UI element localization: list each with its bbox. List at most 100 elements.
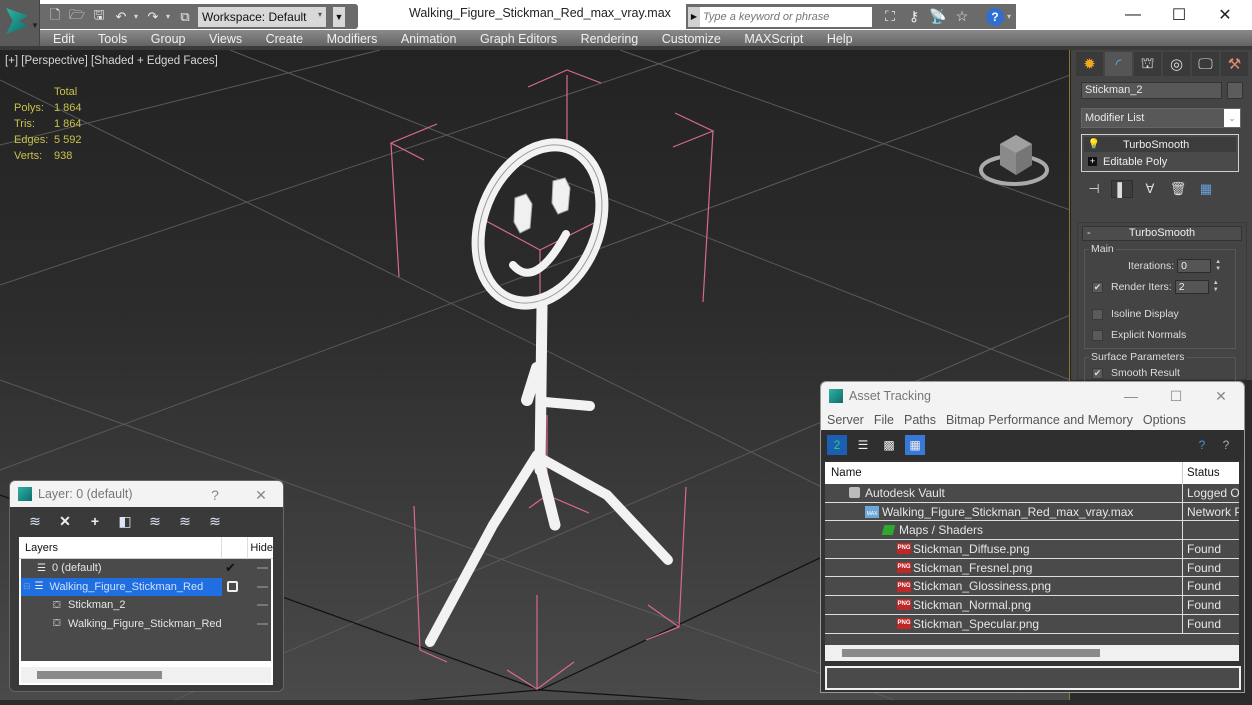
modifier-list-dropdown[interactable]: Modifier List ⌄ bbox=[1081, 108, 1241, 128]
satellite-icon[interactable]: 📡 bbox=[926, 7, 950, 27]
asset-row[interactable]: PNG Stickman_Normal.png Found bbox=[825, 596, 1239, 615]
scrollbar-thumb[interactable] bbox=[842, 649, 1100, 657]
hide-toggle[interactable] bbox=[257, 604, 268, 606]
iterations-field[interactable]: 0 bbox=[1177, 259, 1212, 273]
asset-path-field[interactable] bbox=[825, 666, 1241, 690]
stack-item-turbosmooth[interactable]: 💡 TurboSmooth bbox=[1084, 137, 1236, 152]
menu-tools[interactable]: Tools bbox=[98, 32, 127, 46]
asset-row[interactable]: PNG Stickman_Diffuse.png Found bbox=[825, 540, 1239, 559]
column-header-name[interactable]: Name bbox=[825, 467, 1182, 479]
help-icon[interactable]: ? bbox=[986, 7, 1004, 26]
menu-animation[interactable]: Animation bbox=[401, 32, 457, 46]
layer-row[interactable]: ⛋ Walking_Figure_Stickman_Red bbox=[21, 615, 271, 634]
app-menu-button[interactable]: ▼ bbox=[0, 0, 40, 46]
menu-group[interactable]: Group bbox=[151, 32, 186, 46]
delete-layer-icon[interactable]: ✕ bbox=[56, 512, 74, 530]
maximize-button[interactable]: ☐ bbox=[1156, 2, 1202, 28]
render-iters-checkbox[interactable]: ✔ bbox=[1092, 281, 1103, 293]
expand-icon[interactable]: + bbox=[1088, 157, 1097, 166]
select-objects-icon[interactable]: ◧ bbox=[116, 512, 134, 530]
close-button[interactable]: ✕ bbox=[246, 485, 276, 505]
column-header-current[interactable] bbox=[222, 536, 249, 559]
hide-toggle[interactable] bbox=[257, 585, 268, 588]
asset-row[interactable]: Maps / Shaders bbox=[825, 521, 1239, 541]
menu-options[interactable]: Options bbox=[1143, 413, 1186, 427]
modify-icon[interactable]: ◜ bbox=[1105, 52, 1132, 76]
collapse-icon[interactable]: ⊟ bbox=[23, 581, 31, 592]
new-file-icon[interactable]: 🗋 bbox=[46, 7, 64, 26]
asset-row[interactable]: MAX Walking_Figure_Stickman_Red_max_vray.… bbox=[825, 502, 1239, 522]
maximize-button[interactable]: ☐ bbox=[1161, 386, 1191, 406]
close-button[interactable]: ✕ bbox=[1206, 386, 1236, 406]
add-to-layer-icon[interactable]: + bbox=[86, 512, 104, 530]
smooth-result-checkbox[interactable]: ✔ bbox=[1092, 367, 1103, 379]
chevron-down-icon[interactable]: ▾ bbox=[1007, 12, 1011, 21]
menu-customize[interactable]: Customize bbox=[662, 32, 721, 46]
menu-edit[interactable]: Edit bbox=[53, 32, 75, 46]
whats-this-icon[interactable]: ? bbox=[1216, 435, 1236, 455]
workspace-select[interactable]: Workspace: Default ▾ bbox=[198, 6, 326, 27]
search-input[interactable] bbox=[700, 6, 872, 27]
menu-server[interactable]: Server bbox=[827, 413, 864, 427]
render-iters-spinner[interactable]: ▲ ▼ bbox=[1212, 280, 1220, 294]
rollout-header[interactable]: - TurboSmooth bbox=[1082, 226, 1242, 241]
hide-toggle[interactable] bbox=[257, 622, 268, 625]
freeze-layer-icon[interactable]: ≋ bbox=[206, 512, 224, 530]
pin-stack-icon[interactable]: ⊣ bbox=[1083, 180, 1105, 198]
key-icon[interactable]: ⚷ bbox=[902, 7, 926, 27]
minimize-button[interactable]: — bbox=[1110, 2, 1156, 28]
utilities-icon[interactable]: ⚒ bbox=[1221, 52, 1248, 76]
current-layer-checkmark-icon[interactable]: ✔ bbox=[225, 560, 236, 576]
motion-icon[interactable]: ◎ bbox=[1163, 52, 1190, 76]
menu-modifiers[interactable]: Modifiers bbox=[327, 32, 378, 46]
asset-row[interactable]: Autodesk Vault Logged Ou bbox=[825, 484, 1239, 503]
redo-dropdown-icon[interactable]: ▾ bbox=[166, 12, 172, 21]
current-layer-toggle[interactable] bbox=[227, 580, 238, 592]
viewport-label[interactable]: [+] [Perspective] [Shaded + Edged Faces] bbox=[5, 55, 218, 67]
table-view-icon[interactable]: ▦ bbox=[905, 435, 925, 455]
redo-icon[interactable]: ↷ bbox=[144, 8, 162, 26]
isoline-checkbox[interactable] bbox=[1092, 308, 1103, 320]
asset-table-horizontal-scrollbar[interactable] bbox=[825, 645, 1239, 661]
menu-paths[interactable]: Paths bbox=[904, 413, 936, 427]
create-icon[interactable]: ✹ bbox=[1076, 52, 1103, 76]
help-button[interactable]: ? bbox=[200, 485, 230, 505]
layer-row[interactable]: ⛋ Stickman_2 bbox=[21, 596, 271, 615]
explicit-normals-checkbox[interactable] bbox=[1092, 329, 1103, 341]
project-folder-icon[interactable]: ⧉ bbox=[176, 8, 194, 26]
column-header-hide[interactable]: Hide bbox=[248, 542, 273, 554]
display-icon[interactable]: 🖵 bbox=[1192, 52, 1219, 76]
save-icon[interactable]: 🖫 bbox=[90, 7, 108, 26]
layer-row[interactable]: ⊟ ☰ Walking_Figure_Stickman_Red bbox=[21, 577, 271, 596]
asset-row[interactable]: PNG Stickman_Fresnel.png Found bbox=[825, 558, 1239, 578]
render-iters-field[interactable]: 2 bbox=[1174, 280, 1209, 294]
undo-icon[interactable]: ↶ bbox=[112, 8, 130, 26]
customize-toolbar-button[interactable]: ▼ bbox=[333, 6, 345, 27]
undo-dropdown-icon[interactable]: ▾ bbox=[134, 12, 140, 21]
object-color-swatch[interactable] bbox=[1227, 82, 1243, 99]
iterations-spinner[interactable]: ▲ ▼ bbox=[1214, 259, 1222, 273]
menu-bitmap-performance[interactable]: Bitmap Performance and Memory bbox=[946, 413, 1133, 427]
menu-views[interactable]: Views bbox=[209, 32, 242, 46]
viewcube[interactable] bbox=[978, 132, 1050, 188]
close-button[interactable]: ✕ bbox=[1202, 2, 1248, 28]
menu-graph-editors[interactable]: Graph Editors bbox=[480, 32, 557, 46]
list-view-icon[interactable]: ☰ bbox=[853, 435, 873, 455]
menu-file[interactable]: File bbox=[874, 413, 894, 427]
asset-row[interactable]: PNG Stickman_Glossiness.png Found bbox=[825, 577, 1239, 597]
thumbnail-view-icon[interactable]: ▩ bbox=[879, 435, 899, 455]
create-layer-icon[interactable]: ≋ bbox=[26, 512, 44, 530]
show-end-result-icon[interactable]: ▌ bbox=[1111, 180, 1133, 198]
select-layer-icon[interactable]: ≋ bbox=[146, 512, 164, 530]
lightbulb-icon[interactable]: 💡 bbox=[1087, 139, 1101, 150]
object-name-field[interactable]: Stickman_2 bbox=[1081, 82, 1222, 99]
binoculars-icon[interactable]: ⛶ bbox=[878, 7, 902, 27]
menu-maxscript[interactable]: MAXScript bbox=[744, 32, 803, 46]
menu-help[interactable]: Help bbox=[827, 32, 853, 46]
open-file-icon[interactable]: 🗁 bbox=[68, 7, 86, 26]
asset-row[interactable]: PNG Stickman_Specular.png Found bbox=[825, 614, 1239, 634]
help-icon[interactable]: ? bbox=[1192, 435, 1212, 455]
column-header-status[interactable]: Status bbox=[1182, 462, 1220, 484]
configure-modifier-sets-icon[interactable]: ▦ bbox=[1195, 180, 1217, 198]
remove-modifier-icon[interactable]: 🗑 bbox=[1167, 180, 1189, 198]
